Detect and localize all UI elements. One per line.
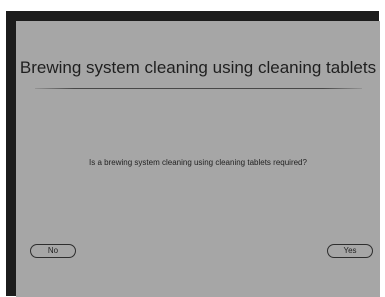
- dialog-title: Brewing system cleaning using cleaning t…: [19, 58, 377, 77]
- dialog-screen: Brewing system cleaning using cleaning t…: [16, 21, 380, 297]
- title-divider: [35, 88, 362, 89]
- yes-button[interactable]: Yes: [327, 244, 373, 258]
- device-bezel: Brewing system cleaning using cleaning t…: [6, 11, 380, 297]
- dialog-question: Is a brewing system cleaning using clean…: [89, 158, 307, 167]
- no-button[interactable]: No: [30, 244, 76, 258]
